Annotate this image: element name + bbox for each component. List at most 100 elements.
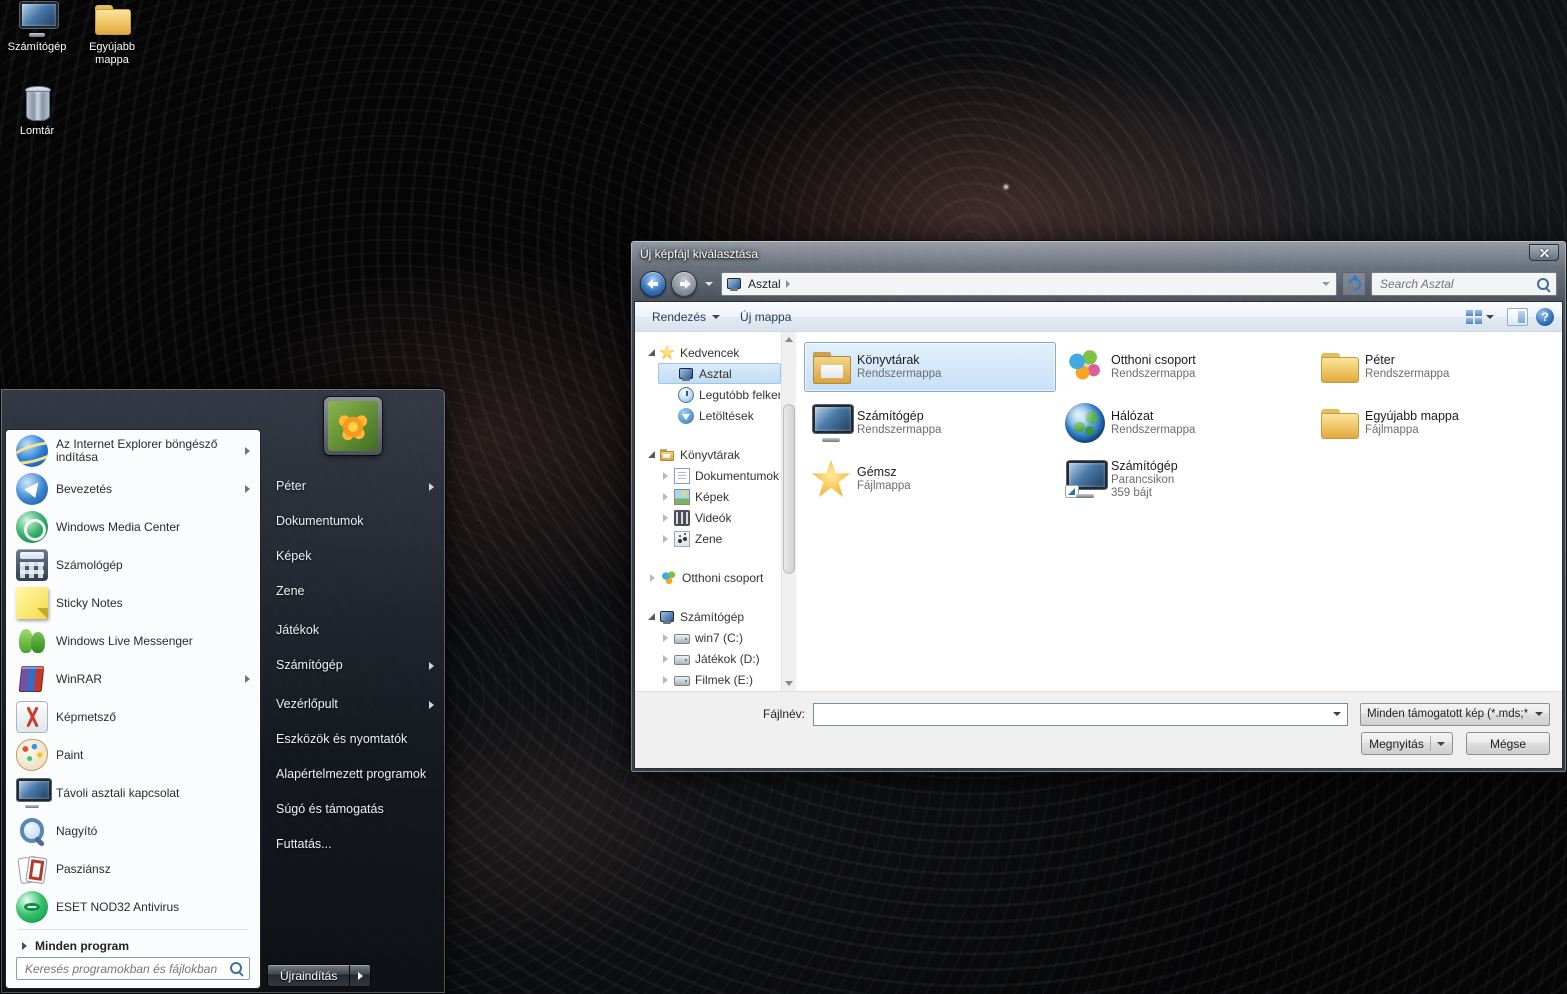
- sidebar-section-libraries[interactable]: Könyvtárak: [645, 444, 781, 465]
- favorites-star-icon: [659, 344, 675, 360]
- startmenu-item-devices-printers[interactable]: Eszközök és nyomtatók: [262, 722, 444, 757]
- recent-pages-dropdown[interactable]: [702, 273, 716, 295]
- organize-menu-button[interactable]: Rendezés: [643, 306, 729, 328]
- collapse-icon[interactable]: [648, 451, 655, 458]
- desktop-icon-computer[interactable]: Számítógép: [2, 0, 72, 54]
- paint-icon: [16, 739, 48, 771]
- expand-icon[interactable]: [663, 492, 668, 501]
- startmenu-item-internet-explorer[interactable]: Az Internet Explorer böngésző indítása: [8, 432, 258, 470]
- startmenu-item-media-center[interactable]: Windows Media Center: [8, 508, 258, 546]
- file-item-homegroup[interactable]: Otthoni csoport Rendszermappa: [1058, 342, 1310, 392]
- all-programs-button[interactable]: Minden program: [8, 933, 258, 959]
- forward-button[interactable]: [671, 271, 697, 297]
- sidebar-item-recent-places[interactable]: Legutóbb felkere: [658, 384, 781, 405]
- preview-pane-button[interactable]: [1507, 307, 1528, 326]
- sidebar-item-drive-d[interactable]: Játékok (D:): [658, 648, 781, 669]
- file-item-computer-shortcut[interactable]: Számítógép Parancsikon 359 bájt: [1058, 454, 1310, 504]
- startmenu-item-sticky-notes[interactable]: Sticky Notes: [8, 584, 258, 622]
- sidebar-item-documents[interactable]: Dokumentumok: [658, 465, 781, 486]
- startmenu-item-music[interactable]: Zene: [262, 574, 444, 609]
- expand-icon[interactable]: [663, 675, 668, 684]
- expand-icon[interactable]: [663, 633, 668, 642]
- scroll-up-button[interactable]: [782, 332, 796, 347]
- desktop-icon-folder[interactable]: Egyújabb mappa: [76, 0, 148, 67]
- scroll-down-button[interactable]: [782, 676, 796, 691]
- file-item-network[interactable]: Hálózat Rendszermappa: [1058, 398, 1310, 448]
- startmenu-item-control-panel[interactable]: Vezérlőpult: [262, 687, 444, 722]
- refresh-button[interactable]: [1342, 272, 1366, 296]
- collapse-icon[interactable]: [648, 349, 655, 356]
- startmenu-item-help-support[interactable]: Súgó és támogatás: [262, 792, 444, 827]
- search-input[interactable]: [1380, 277, 1536, 291]
- sidebar-item-music[interactable]: Zene: [658, 528, 781, 549]
- sidebar-item-drive-e[interactable]: Filmek (E:): [658, 669, 781, 690]
- submenu-arrow-icon: [245, 447, 250, 455]
- sidebar-item-drive-c[interactable]: win7 (C:): [658, 627, 781, 648]
- startmenu-item-magnifier[interactable]: Nagyító: [8, 812, 258, 850]
- sidebar-label: Otthoni csoport: [682, 570, 764, 585]
- file-item-folder[interactable]: Egyújabb mappa Fájlmappa: [1312, 398, 1562, 448]
- expand-icon[interactable]: [663, 654, 668, 663]
- expand-icon[interactable]: [650, 573, 655, 582]
- startmenu-item-paint[interactable]: Paint: [8, 736, 258, 774]
- startmenu-item-games[interactable]: Játékok: [262, 613, 444, 648]
- sidebar-section-computer[interactable]: Számítógép: [645, 606, 781, 627]
- sidebar-item-videos[interactable]: Videók: [658, 507, 781, 528]
- cancel-button[interactable]: Mégse: [1466, 732, 1550, 755]
- filename-input[interactable]: [820, 707, 1329, 721]
- sidebar-item-pictures[interactable]: Képek: [658, 486, 781, 507]
- back-button[interactable]: [640, 271, 666, 297]
- change-view-button[interactable]: [1461, 307, 1499, 327]
- file-item-star[interactable]: Gémsz Fájlmappa: [804, 454, 1056, 504]
- search-box[interactable]: [1371, 272, 1557, 296]
- expand-icon[interactable]: [663, 513, 668, 522]
- restart-button[interactable]: Újraindítás: [267, 964, 351, 987]
- desktop-icon-recycle-bin[interactable]: Lomtár: [2, 84, 72, 138]
- sidebar-section-homegroup[interactable]: Otthoni csoport: [645, 567, 781, 588]
- start-search-box[interactable]: [16, 957, 250, 980]
- shutdown-options-button[interactable]: [350, 964, 372, 987]
- startmenu-item-default-programs[interactable]: Alapértelmezett programok: [262, 757, 444, 792]
- startmenu-item-messenger[interactable]: Windows Live Messenger: [8, 622, 258, 660]
- filetype-select[interactable]: Minden támogatott kép (*.mds;*: [1360, 702, 1550, 726]
- startmenu-item-user-folder[interactable]: Péter: [262, 469, 444, 504]
- startmenu-item-remote-desktop[interactable]: Távoli asztali kapcsolat: [8, 774, 258, 812]
- file-item-libraries[interactable]: Könyvtárak Rendszermappa: [804, 342, 1056, 392]
- startmenu-item-computer[interactable]: Számítógép: [262, 648, 444, 683]
- startmenu-item-solitaire[interactable]: Pasziánsz: [8, 850, 258, 888]
- file-item-user-folder[interactable]: Péter Rendszermappa: [1312, 342, 1562, 392]
- file-item-computer[interactable]: Számítógép Rendszermappa: [804, 398, 1056, 448]
- breadcrumb[interactable]: Asztal: [748, 277, 781, 291]
- startmenu-item-eset[interactable]: ESET NOD32 Antivirus: [8, 888, 258, 926]
- startmenu-item-pictures[interactable]: Képek: [262, 539, 444, 574]
- address-history-dropdown-icon[interactable]: [1322, 282, 1330, 286]
- user-avatar[interactable]: [324, 397, 382, 455]
- close-button[interactable]: [1529, 244, 1559, 261]
- start-search-input[interactable]: [25, 961, 229, 976]
- startmenu-item-getting-started[interactable]: Bevezetés: [8, 470, 258, 508]
- new-folder-button[interactable]: Új mappa: [731, 306, 800, 328]
- startmenu-item-snipping-tool[interactable]: Képmetsző: [8, 698, 258, 736]
- startmenu-item-winrar[interactable]: WinRAR: [8, 660, 258, 698]
- help-button[interactable]: ?: [1536, 307, 1554, 326]
- expand-icon[interactable]: [663, 471, 668, 480]
- open-button[interactable]: Megnyitás: [1361, 732, 1453, 755]
- address-bar[interactable]: Asztal: [721, 272, 1337, 296]
- startmenu-item-run[interactable]: Futtatás...: [262, 827, 444, 862]
- startmenu-item-calculator[interactable]: Számológép: [8, 546, 258, 584]
- views-icon: [1466, 309, 1482, 324]
- filename-dropdown-icon[interactable]: [1333, 712, 1341, 716]
- breadcrumb-chevron-icon[interactable]: [785, 280, 790, 288]
- chevron-down-icon: [1486, 314, 1494, 319]
- scrollbar-thumb[interactable]: [783, 404, 795, 574]
- expand-icon[interactable]: [663, 534, 668, 543]
- sidebar-item-downloads[interactable]: Letöltések: [658, 405, 781, 426]
- collapse-icon[interactable]: [648, 613, 655, 620]
- sidebar-scrollbar[interactable]: [781, 332, 796, 691]
- dialog-titlebar[interactable]: Új képfájl kiválasztása: [634, 241, 1563, 267]
- startmenu-item-documents[interactable]: Dokumentumok: [262, 504, 444, 539]
- sidebar-item-desktop[interactable]: Asztal: [658, 363, 781, 384]
- filename-field[interactable]: [813, 702, 1348, 726]
- open-dropdown-icon[interactable]: [1436, 741, 1445, 746]
- sidebar-section-favorites[interactable]: Kedvencek: [645, 342, 781, 363]
